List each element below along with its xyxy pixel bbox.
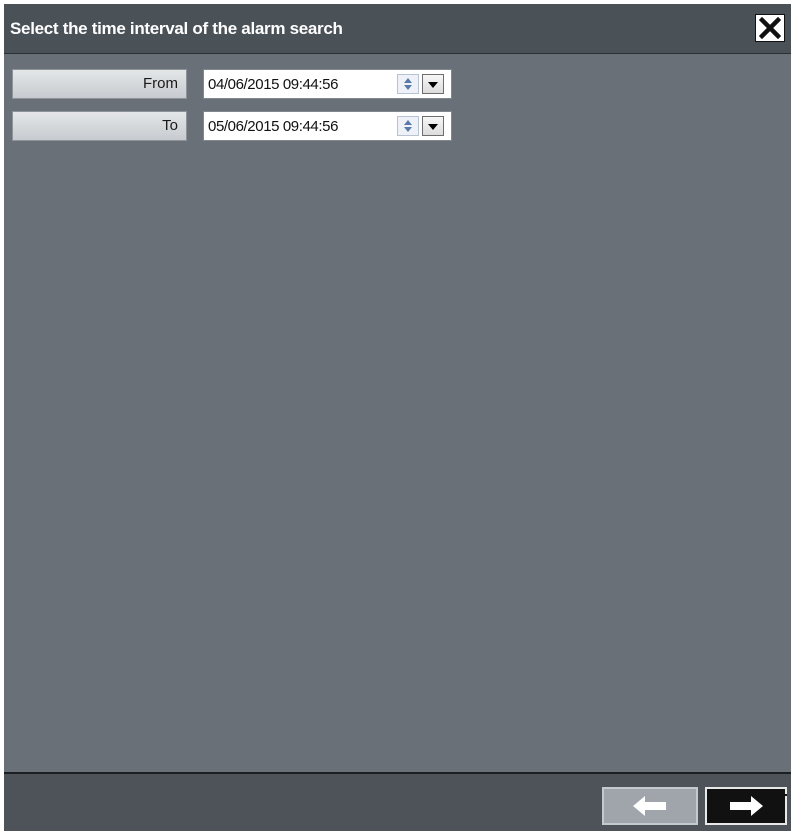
arrow-left-icon (633, 796, 666, 816)
dialog-title: Select the time interval of the alarm se… (10, 19, 343, 38)
from-dropdown-button[interactable] (422, 74, 444, 94)
to-datetime-value[interactable]: 05/06/2015 09:44:56 (208, 118, 338, 135)
spin-down-icon[interactable] (404, 85, 412, 90)
close-icon (759, 17, 781, 39)
from-row: From 04/06/2015 09:44:56 (12, 69, 452, 99)
back-button[interactable] (602, 787, 698, 825)
close-button[interactable] (755, 14, 785, 42)
chevron-down-icon (428, 124, 438, 130)
from-datetime-picker[interactable]: 04/06/2015 09:44:56 (203, 69, 452, 99)
from-label: From (12, 69, 187, 99)
chevron-down-icon (428, 82, 438, 88)
footer-bar (4, 772, 791, 831)
title-bar: Select the time interval of the alarm se… (4, 4, 791, 54)
alarm-search-dialog: Select the time interval of the alarm se… (4, 4, 791, 831)
spin-down-icon[interactable] (404, 127, 412, 132)
divider (783, 794, 787, 796)
to-spin-button[interactable] (397, 116, 419, 136)
to-datetime-picker[interactable]: 05/06/2015 09:44:56 (203, 111, 452, 141)
arrow-right-icon (730, 796, 763, 816)
spin-up-icon[interactable] (404, 120, 412, 125)
to-row: To 05/06/2015 09:44:56 (12, 111, 452, 141)
to-label: To (12, 111, 187, 141)
from-datetime-value[interactable]: 04/06/2015 09:44:56 (208, 76, 338, 93)
next-button[interactable] (705, 787, 787, 825)
spin-up-icon[interactable] (404, 78, 412, 83)
from-spin-button[interactable] (397, 74, 419, 94)
to-dropdown-button[interactable] (422, 116, 444, 136)
